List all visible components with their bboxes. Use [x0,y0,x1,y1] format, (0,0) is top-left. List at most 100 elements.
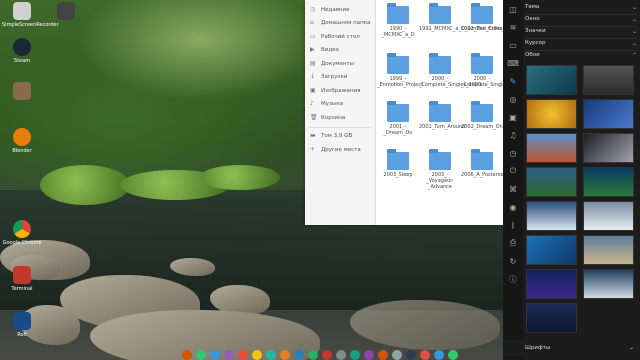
terminal-icon [13,266,31,284]
wallpaper-thumbnail[interactable] [526,201,577,231]
sidebar-item-trash[interactable]: 🗑 Корзина [305,111,375,125]
dock-app-icon[interactable] [238,350,248,360]
download-icon: ↓ [310,73,316,81]
wallpaper-thumbnail[interactable] [583,167,634,197]
wallpaper-thumbnail[interactable] [583,133,634,163]
sidebar-item-volume[interactable]: ▬ Том 3,9 GB [305,130,375,144]
dock-app-icon[interactable] [280,350,290,360]
dock-app-icon[interactable] [448,350,458,360]
dock-app-icon[interactable] [196,350,206,360]
sidebar-item-home[interactable]: ⌂ Домашняя папка [305,17,375,31]
wallpaper-thumbnail[interactable] [526,167,577,197]
tag-icon[interactable]: ⌘ [503,180,523,198]
folder-item[interactable]: 1992_The_Cross_Of_Changes [461,3,534,32]
folder-item[interactable]: 2001_Turn_Around [419,101,465,130]
dock-app-icon[interactable] [308,350,318,360]
desktop-icon-steam[interactable]: Steam [2,38,42,64]
sidebar-item-music[interactable]: ♪ Музыка [305,98,375,112]
dock-app-icon[interactable] [364,350,374,360]
sidebar-item-documents[interactable]: ▤ Документы [305,57,375,71]
wallpaper-thumbnail[interactable] [583,65,634,95]
info-icon[interactable]: ⓘ [503,270,523,288]
wallpaper-thumbnail[interactable] [526,269,577,299]
blender-icon [13,128,31,146]
folder-item[interactable]: 2003_Sleep [377,149,419,178]
globe-icon[interactable]: ◎ [503,90,523,108]
rofi-icon [13,312,31,330]
folder-icon [471,101,493,122]
folder-item[interactable]: 2000_-_Complete_Singles_1990... [461,53,528,88]
folder-item[interactable]: 2006_A_Posteriori [461,149,506,178]
document-icon: ▤ [310,59,316,67]
desktop-icon-blender[interactable]: Blender [2,128,42,154]
file-manager-sidebar: ◷ Недавние ⌂ Домашняя папка ▭ Рабочий стол … [305,0,376,225]
dock-app-icon[interactable] [336,350,346,360]
wallpaper-thumbnail[interactable] [583,235,634,265]
display-icon[interactable]: ▣ [503,108,523,126]
folder-item[interactable]: 2001_-_Dream_On [377,101,419,136]
dock-app-icon[interactable] [434,350,444,360]
sound-icon[interactable]: ♫ [503,126,523,144]
dock-app-icon[interactable] [350,350,360,360]
dock-app-icon[interactable] [224,350,234,360]
dock-app-icon[interactable] [252,350,262,360]
dock-app-icon[interactable] [406,350,416,360]
desktop-icon-rofi[interactable]: Rofi [2,312,42,338]
folder-item[interactable]: 1991_MCMXC_a_D_Limited_Edition [419,3,506,32]
brush-icon[interactable]: ✎ [503,72,523,90]
dock-app-icon[interactable] [182,350,192,360]
chevron-up-icon: ⌃ [631,51,637,59]
folder-icon [471,53,493,74]
desktop-icon-image[interactable] [2,82,42,102]
wallpaper-thumbnail[interactable] [583,269,634,299]
folder-item[interactable]: 2000_-_Complete_Singles_1990... [419,53,486,88]
sidebar-item-desktop[interactable]: ▭ Рабочий стол [305,30,375,44]
sidebar-item-recent[interactable]: ◷ Недавние [305,3,375,17]
wallpaper-thumbnail[interactable] [583,99,634,129]
wifi-icon[interactable]: ≋ [503,18,523,36]
sidebar-item-downloads[interactable]: ↓ Загрузки [305,71,375,85]
folder-icon [387,3,409,24]
sidebar-item-pictures[interactable]: ▣ Изображения [305,84,375,98]
keyboard-icon[interactable]: ⌨ [503,54,523,72]
network-icon[interactable]: ◫ [503,0,523,18]
clock-icon: ◷ [310,5,316,13]
setting-fonts[interactable]: Шрифты ⌄ [503,340,640,356]
dock-app-icon[interactable] [392,350,402,360]
mouse-icon[interactable]: ◉ [503,198,523,216]
setting-wallpaper[interactable]: Обои ⌃ [525,48,637,62]
clock-icon[interactable]: ◷ [503,144,523,162]
sidebar-item-other-locations[interactable]: + Другие места [305,143,375,157]
folder-icon [387,53,409,74]
dock-app-icon[interactable] [420,350,430,360]
wallpaper-thumbnail[interactable] [526,133,577,163]
dock-app-icon[interactable] [322,350,332,360]
wallpaper-thumbnail[interactable] [583,201,634,231]
drive-icon: ▬ [310,132,316,140]
desktop-icon-chrome[interactable]: Google Chrome [2,220,42,246]
wallpaper-thumbnail[interactable] [526,99,577,129]
dock-app-icon[interactable] [266,350,276,360]
dock-app-icon[interactable] [378,350,388,360]
bluetooth-icon[interactable]: ᛒ [503,216,523,234]
desktop-icon-terminal[interactable]: Terminal [2,266,42,292]
folder-item[interactable]: 2002_Dream_On [461,101,503,130]
wallpaper-thumbnail[interactable] [526,235,577,265]
desktop-icon-unnamed[interactable] [46,2,86,22]
power-icon[interactable]: ⏻ [503,162,523,180]
wallpaper-thumbnail[interactable] [526,303,577,333]
sidebar-item-videos[interactable]: ▶ Видео [305,44,375,58]
folder-item[interactable]: 1999_-_Enmotion_Project [377,53,423,88]
appearance-settings-panel: ◫ ≋ ▭ ⌨ ✎ ◎ ▣ ♫ ◷ ⏻ ⌘ ◉ ᛒ ⎙ ↻ ⓘ Тема ⌄ Ок… [503,0,640,360]
update-icon[interactable]: ↻ [503,252,523,270]
folder-item[interactable]: 1990_-_MCMXC_a_D [377,3,419,38]
desktop-icon-simplescreenrecorder[interactable]: SimpleScreenRecorder [2,2,59,28]
printer-icon[interactable]: ⎙ [503,234,523,252]
dock-app-icon[interactable] [294,350,304,360]
wallpaper-thumbnail[interactable] [526,65,577,95]
steam-icon [13,38,31,56]
dock-app-icon[interactable] [210,350,220,360]
folder-item[interactable]: 2003_-_Voyageur-_Advance [419,149,461,190]
monitor-icon[interactable]: ▭ [503,36,523,54]
home-icon: ⌂ [310,19,314,27]
